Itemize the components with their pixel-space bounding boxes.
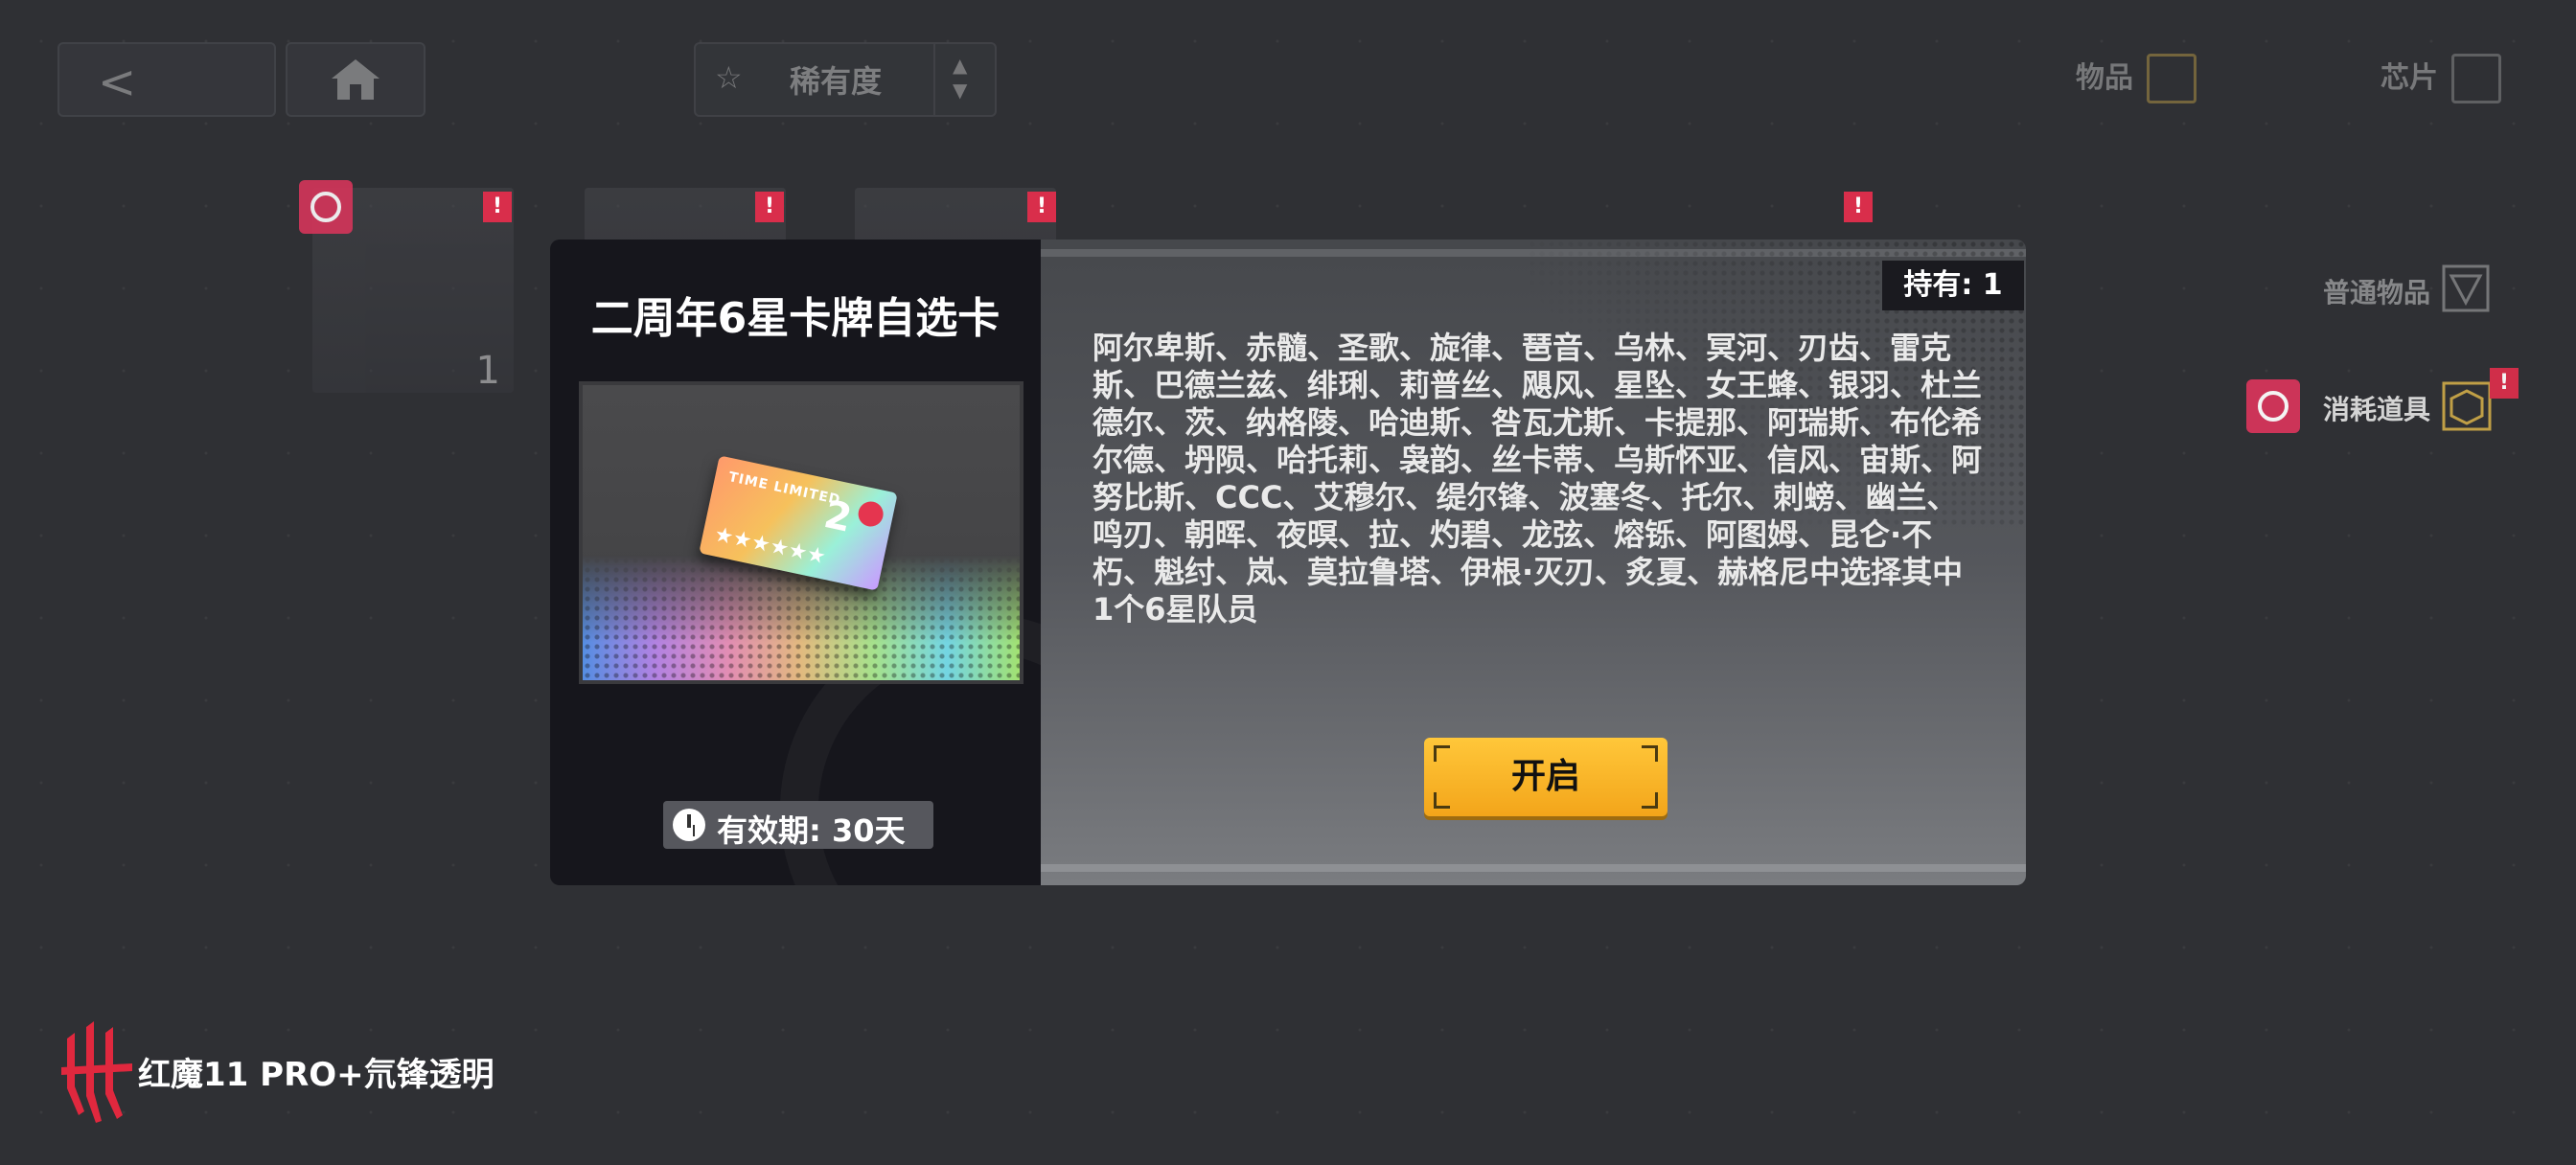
tab-items[interactable]: 物品 <box>2076 54 2196 105</box>
sort-order-toggle[interactable]: ▲ ▼ <box>933 44 995 115</box>
clock-icon <box>673 809 705 841</box>
validity-badge: 有效期: 30天 <box>663 801 933 849</box>
chip-icon <box>2451 54 2501 103</box>
validity-text: 有效期: 30天 <box>717 812 906 849</box>
consumables-alert-icon: ! <box>2490 368 2518 399</box>
back-button[interactable]: < <box>58 42 276 117</box>
category-consumables-label: 消耗道具 <box>2323 394 2431 425</box>
home-button[interactable] <box>286 42 426 117</box>
red-magic-logo-icon <box>61 1021 132 1123</box>
item-image: TIME LIMITED 2 ★★★★★★ <box>579 381 1024 684</box>
open-button[interactable]: 开启 <box>1424 738 1668 816</box>
category-ordinary-label: 普通物品 <box>2323 277 2431 308</box>
item-preview-panel: 二周年6星卡牌自选卡 TIME LIMITED 2 ★★★★★★ 有效期: 30… <box>550 240 1041 885</box>
tab-items-label: 物品 <box>2076 61 2133 95</box>
timer-icon <box>2246 379 2300 433</box>
item-alert-icon: ! <box>483 192 512 222</box>
item-alert-icon: ! <box>1027 192 1056 222</box>
tab-chips[interactable]: 芯片 <box>2380 54 2501 105</box>
timer-icon <box>299 180 353 234</box>
category-consumables[interactable]: 消耗道具 ! <box>2242 368 2530 437</box>
sort-up-icon: ▲ <box>953 54 968 77</box>
top-bar: < ☆ 稀有度 ▲ ▼ 物品 芯片 <box>0 0 2576 153</box>
item-description: 阿尔卑斯、赤髓、圣歌、旋律、琶音、乌林、冥河、刃齿、雷克斯、巴德兰兹、绯琍、莉普… <box>1092 330 1983 628</box>
back-arrow-icon: < <box>98 56 137 109</box>
items-icon <box>2147 54 2196 103</box>
item-count: 1 <box>475 349 500 393</box>
star-icon: ☆ <box>715 59 743 96</box>
item-alert-icon: ! <box>755 192 784 222</box>
sort-down-icon: ▼ <box>953 79 968 102</box>
divider <box>1041 864 2026 872</box>
home-icon <box>332 59 380 100</box>
card-art-text: TIME LIMITED <box>726 469 842 509</box>
item-title: 二周年6星卡牌自选卡 <box>590 294 1000 343</box>
open-button-label: 开启 <box>1510 757 1580 796</box>
item-alert-icon: ! <box>1844 192 1873 222</box>
brand-logo-icon <box>856 499 886 529</box>
category-ordinary-items[interactable]: 普通物品 <box>2242 261 2492 318</box>
item-detail-dialog: 二周年6星卡牌自选卡 TIME LIMITED 2 ★★★★★★ 有效期: 30… <box>550 240 2026 885</box>
rarity-sort-dropdown[interactable]: ☆ 稀有度 ▲ ▼ <box>694 42 997 117</box>
watermark-text: 红魔11 PRO+氘锋透明 <box>138 1056 494 1094</box>
consumables-icon <box>2442 381 2492 431</box>
owned-count: 持有: 1 <box>1882 261 2024 310</box>
ordinary-items-icon <box>2442 264 2490 312</box>
tab-chips-label: 芯片 <box>2380 61 2438 95</box>
item-info-panel: 持有: 1 阿尔卑斯、赤髓、圣歌、旋律、琶音、乌林、冥河、刃齿、雷克斯、巴德兰兹… <box>1041 240 2026 885</box>
rarity-sort-label: 稀有度 <box>790 63 883 100</box>
